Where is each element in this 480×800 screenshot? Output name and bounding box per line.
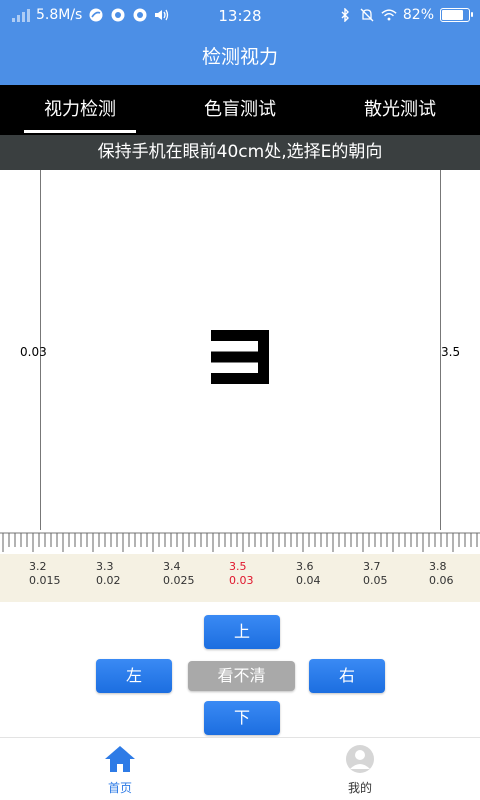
nav-mine[interactable]: 我的 xyxy=(320,744,400,796)
tumbling-e-symbol xyxy=(211,330,269,384)
right-button[interactable]: 右 xyxy=(309,659,385,693)
ruler-mark[interactable]: 3.7 0.05 xyxy=(363,560,413,588)
tab-vision-test[interactable]: 视力检测 xyxy=(0,85,160,135)
status-bar: 5.8M/s 13:28 82% xyxy=(0,0,480,32)
down-button[interactable]: 下 xyxy=(204,701,280,735)
ruler-labels: 3.2 0.015 3.3 0.02 3.4 0.025 3.5 0.03 3.6 0.0… xyxy=(0,554,480,602)
battery-percent: 82% xyxy=(402,7,434,23)
home-icon xyxy=(105,746,135,772)
nav-home[interactable]: 首页 xyxy=(80,744,160,796)
ruler-mark[interactable]: 3.6 0.04 xyxy=(296,560,346,588)
bluetooth-icon xyxy=(337,7,353,23)
battery-icon xyxy=(440,8,473,22)
bottom-navigation: 首页 我的 xyxy=(0,737,480,800)
test-tabs: 视力检测 色盲测试 散光测试 xyxy=(0,85,480,135)
left-button[interactable]: 左 xyxy=(96,659,172,693)
tab-astigmatism-test[interactable]: 散光测试 xyxy=(320,85,480,135)
app-bar: 5.8M/s 13:28 82% 检测视力 xyxy=(0,0,480,85)
instruction-banner: 保持手机在眼前40cm处,选择E的朝向 xyxy=(0,135,480,170)
mute-icon xyxy=(359,7,375,23)
ruler-mark[interactable]: 3.8 0.06 xyxy=(429,560,479,588)
ruler-mark-selected[interactable]: 3.5 0.03 xyxy=(229,560,279,588)
decimal-acuity-label: 0.03 xyxy=(20,345,47,359)
cannot-see-button[interactable]: 看不清 xyxy=(188,661,295,691)
up-button[interactable]: 上 xyxy=(204,615,280,649)
logmar-acuity-label: 3.5 xyxy=(441,345,461,359)
eye-chart-area: 0.03 3.5 xyxy=(0,170,480,532)
nav-mine-label: 我的 xyxy=(347,781,372,795)
wifi-icon xyxy=(381,7,397,23)
page-title: 检测视力 xyxy=(201,46,278,68)
acuity-ruler[interactable] xyxy=(0,530,480,554)
ruler-mark[interactable]: 3.2 0.015 xyxy=(29,560,79,588)
nav-home-label: 首页 xyxy=(107,781,132,795)
tab-color-blind-test[interactable]: 色盲测试 xyxy=(160,85,320,135)
user-avatar-icon xyxy=(346,745,374,773)
ruler-mark[interactable]: 3.3 0.02 xyxy=(96,560,146,588)
ruler-mark[interactable]: 3.4 0.025 xyxy=(163,560,213,588)
